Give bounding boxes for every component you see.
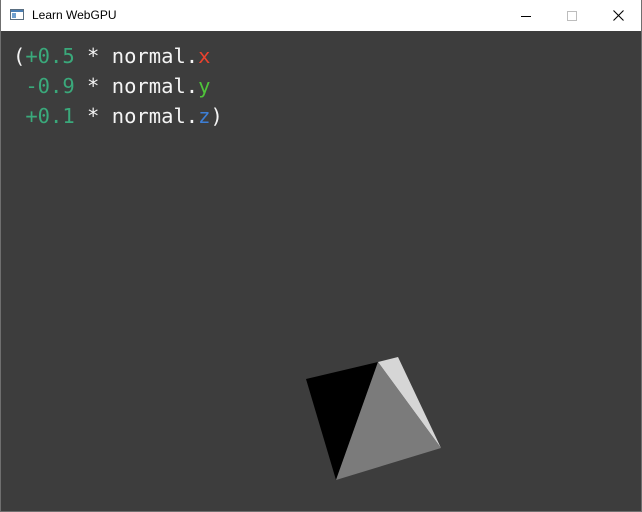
maximize-icon (567, 10, 577, 21)
app-window: Learn WebGPU (+0.5 * normal.x -0.9 * nor… (0, 0, 642, 512)
close-icon (612, 10, 624, 21)
minimize-icon (521, 15, 531, 17)
render-canvas[interactable]: (+0.5 * normal.x -0.9 * normal.y +0.1 * … (1, 31, 641, 511)
minimize-button[interactable] (503, 0, 549, 31)
maximize-button[interactable] (549, 0, 595, 31)
tetrahedron-mesh (306, 357, 441, 480)
close-button[interactable] (595, 0, 641, 31)
window-app-icon (10, 9, 24, 20)
title-bar[interactable]: Learn WebGPU (1, 0, 641, 31)
window-title: Learn WebGPU (32, 8, 117, 22)
